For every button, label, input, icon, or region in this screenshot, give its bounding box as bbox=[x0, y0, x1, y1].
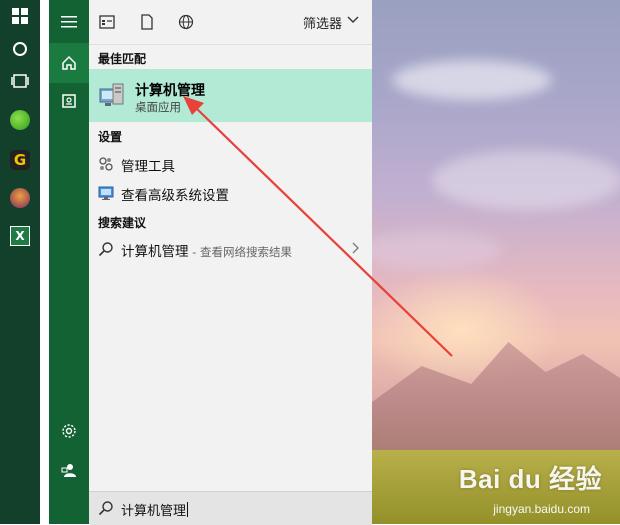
cortana-circle-icon[interactable] bbox=[6, 35, 34, 63]
admin-tools-icon bbox=[97, 155, 115, 173]
home-icon[interactable] bbox=[49, 43, 89, 83]
settings-item-advanced-system[interactable]: 查看高级系统设置 bbox=[89, 179, 372, 207]
monitor-settings-icon bbox=[97, 184, 115, 202]
best-match-heading: 最佳匹配 bbox=[98, 52, 147, 66]
hamburger-menu-icon[interactable] bbox=[49, 2, 89, 42]
search-box[interactable]: 计算机管理 bbox=[89, 491, 372, 525]
suggestions-heading: 搜索建议 bbox=[98, 216, 147, 230]
text-caret bbox=[187, 502, 189, 517]
settings-heading: 设置 bbox=[98, 130, 123, 144]
documents-filter-icon[interactable] bbox=[137, 12, 157, 32]
green-app-icon[interactable] bbox=[6, 106, 34, 134]
search-icon bbox=[98, 500, 114, 520]
computer-management-icon bbox=[97, 80, 127, 114]
search-icon bbox=[97, 240, 115, 258]
suggestion-label: 计算机管理 - 查看网络搜索结果 bbox=[121, 240, 292, 260]
best-match-result[interactable]: 计算机管理 桌面应用 bbox=[89, 69, 372, 122]
excel-app-icon[interactable]: X bbox=[6, 222, 34, 250]
watermark-logo: Bai du 经验 bbox=[458, 464, 602, 494]
feedback-person-icon[interactable] bbox=[49, 450, 89, 490]
settings-gear-icon[interactable] bbox=[49, 411, 89, 451]
start-menu-rail bbox=[49, 0, 89, 524]
yellow-g-app-icon[interactable]: G bbox=[6, 146, 34, 174]
suggestion-subtext: - 查看网络搜索结果 bbox=[188, 245, 292, 259]
game-app-icon[interactable] bbox=[6, 184, 34, 212]
filter-bar: 筛选器 bbox=[89, 0, 372, 45]
task-view-icon[interactable] bbox=[6, 67, 34, 95]
search-input[interactable]: 计算机管理 bbox=[121, 500, 189, 519]
notebook-icon[interactable] bbox=[49, 81, 89, 121]
windows-logo-icon[interactable] bbox=[6, 2, 34, 30]
suggestion-query: 计算机管理 bbox=[121, 244, 189, 260]
chevron-down-icon[interactable] bbox=[346, 12, 360, 30]
filter-dropdown-label[interactable]: 筛选器 bbox=[303, 13, 342, 32]
web-filter-icon[interactable] bbox=[176, 12, 196, 32]
apps-filter-icon[interactable] bbox=[97, 12, 117, 32]
settings-item-label: 管理工具 bbox=[121, 159, 175, 175]
chevron-right-icon[interactable] bbox=[350, 241, 360, 259]
search-results-panel: 筛选器 最佳匹配 计算机管理 桌面应用 设置 管理工具 查看高级系统设置 搜索建… bbox=[89, 0, 372, 524]
taskbar: G X bbox=[0, 0, 40, 524]
watermark-url: jingyan.baidu.com bbox=[493, 502, 590, 516]
best-match-title: 计算机管理 bbox=[135, 83, 205, 99]
settings-item-admin-tools[interactable]: 管理工具 bbox=[89, 150, 372, 178]
settings-item-label: 查看高级系统设置 bbox=[121, 188, 229, 204]
search-input-value: 计算机管理 bbox=[121, 504, 187, 519]
best-match-subtitle: 桌面应用 bbox=[135, 100, 181, 114]
suggestion-item[interactable]: 计算机管理 - 查看网络搜索结果 bbox=[89, 235, 372, 263]
